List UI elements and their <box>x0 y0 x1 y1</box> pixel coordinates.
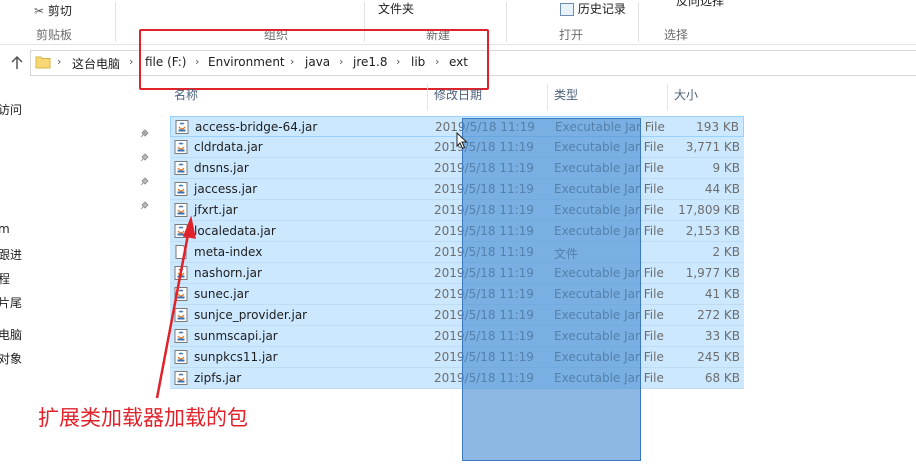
file-row[interactable]: nashorn.jar2019/5/18 11:19Executable Jar… <box>170 263 744 284</box>
drag-selection-overlay <box>462 118 641 461</box>
file-size: 17,809 KB <box>678 203 740 217</box>
column-header-type[interactable]: 类型 <box>554 86 578 108</box>
column-header-date[interactable]: 修改日期 <box>434 86 482 108</box>
file-name: jfxrt.jar <box>194 203 238 217</box>
nav-item-3d-objects[interactable]: 对象 <box>0 350 22 367</box>
file-size: 9 KB <box>712 161 740 175</box>
file-row[interactable]: meta-index2019/5/18 11:19文件2 KB <box>170 242 744 263</box>
file-size: 1,977 KB <box>685 266 740 280</box>
select-group-label: 选择 <box>664 28 689 42</box>
file-name: access-bridge-64.jar <box>195 120 318 134</box>
file-name: nashorn.jar <box>194 266 262 280</box>
file-row[interactable]: zipfs.jar2019/5/18 11:19Executable Jar F… <box>170 368 744 389</box>
file-size: 41 KB <box>704 287 740 301</box>
file-row[interactable]: sunpkcs11.jar2019/5/18 11:19Executable J… <box>170 347 744 368</box>
file-row[interactable]: sunjce_provider.jar2019/5/18 11:19Execut… <box>170 305 744 326</box>
file-row[interactable]: dnsns.jar2019/5/18 11:19Executable Jar F… <box>170 158 744 179</box>
cut-label: 剪切 <box>47 4 72 18</box>
nav-item-this-pc[interactable]: 电脑 <box>0 326 22 343</box>
folder-icon <box>35 56 51 69</box>
file-size: 33 KB <box>704 329 740 343</box>
cut-button[interactable]: ✂ 剪切 <box>34 2 72 19</box>
file-name: cldrdata.jar <box>194 140 263 154</box>
jar-icon <box>174 203 188 217</box>
pin-icon[interactable] <box>139 129 149 139</box>
jar-icon <box>174 308 188 322</box>
nav-item[interactable]: m <box>0 222 10 236</box>
nav-item[interactable]: 片尾 <box>0 294 22 311</box>
jar-icon <box>174 182 188 196</box>
ribbon-separator <box>638 2 639 42</box>
jar-icon <box>175 120 189 134</box>
jar-icon <box>174 224 188 238</box>
clipboard-group-label: 剪贴板 <box>36 28 73 42</box>
path-highlight-box <box>139 29 489 90</box>
pin-icon[interactable] <box>139 201 149 211</box>
ribbon-separator <box>506 2 507 42</box>
invert-selection-button[interactable]: 反向选择 <box>676 0 724 9</box>
jar-icon <box>174 140 188 154</box>
file-size: 2 KB <box>712 245 740 259</box>
file-size: 3,771 KB <box>685 140 740 154</box>
file-name: dnsns.jar <box>194 161 249 175</box>
jar-icon <box>174 161 188 175</box>
file-row[interactable]: sunec.jar2019/5/18 11:19Executable Jar F… <box>170 284 744 305</box>
column-divider[interactable] <box>427 84 428 110</box>
file-icon <box>175 245 187 259</box>
jar-icon <box>174 266 188 280</box>
open-group-label: 打开 <box>559 28 584 42</box>
history-label: 历史记录 <box>577 2 626 16</box>
mouse-cursor-icon <box>456 132 468 150</box>
file-name: sunec.jar <box>194 287 249 301</box>
file-name: sunjce_provider.jar <box>194 308 308 322</box>
column-divider[interactable] <box>547 84 548 110</box>
jar-icon <box>174 329 188 343</box>
file-size: 193 KB <box>696 120 739 134</box>
jar-icon <box>174 371 188 385</box>
jar-icon <box>174 287 188 301</box>
file-size: 272 KB <box>697 308 740 322</box>
pin-icon[interactable] <box>139 153 149 163</box>
file-name: sunpkcs11.jar <box>194 350 278 364</box>
nav-item[interactable]: 程 <box>0 270 10 287</box>
new-folder-button[interactable]: 文件夹 <box>378 0 414 17</box>
file-name: zipfs.jar <box>194 371 242 385</box>
scissors-icon: ✂ <box>34 4 45 18</box>
file-size: 68 KB <box>704 371 740 385</box>
annotation-label: 扩展类加载器加载的包 <box>38 406 248 430</box>
chevron-right-icon[interactable]: › <box>57 55 61 68</box>
ribbon-separator <box>115 2 116 42</box>
history-icon <box>560 3 574 16</box>
history-button[interactable]: 历史记录 <box>560 0 626 17</box>
file-size: 2,153 KB <box>685 224 740 238</box>
up-arrow-icon[interactable] <box>8 54 26 72</box>
file-name: localedata.jar <box>194 224 276 238</box>
file-row[interactable]: jaccess.jar2019/5/18 11:19Executable Jar… <box>170 179 744 200</box>
file-size: 44 KB <box>704 182 740 196</box>
file-row[interactable]: localedata.jar2019/5/18 11:19Executable … <box>170 221 744 242</box>
file-size: 245 KB <box>697 350 740 364</box>
file-row[interactable]: jfxrt.jar2019/5/18 11:19Executable Jar F… <box>170 200 744 221</box>
nav-item-quick-access[interactable]: 访问 <box>0 101 22 118</box>
column-header-size[interactable]: 大小 <box>674 86 698 108</box>
column-header-name[interactable]: 名称 <box>174 86 198 108</box>
chevron-right-icon[interactable]: › <box>129 55 133 68</box>
nav-item[interactable]: 跟进 <box>0 246 22 263</box>
jar-icon <box>174 350 188 364</box>
breadcrumb-this-pc[interactable]: 这台电脑 <box>72 55 120 72</box>
file-name: meta-index <box>194 245 263 259</box>
file-name: jaccess.jar <box>194 182 258 196</box>
file-row[interactable]: sunmscapi.jar2019/5/18 11:19Executable J… <box>170 326 744 347</box>
pin-icon[interactable] <box>139 177 149 187</box>
column-divider[interactable] <box>667 84 668 110</box>
file-name: sunmscapi.jar <box>194 329 278 343</box>
